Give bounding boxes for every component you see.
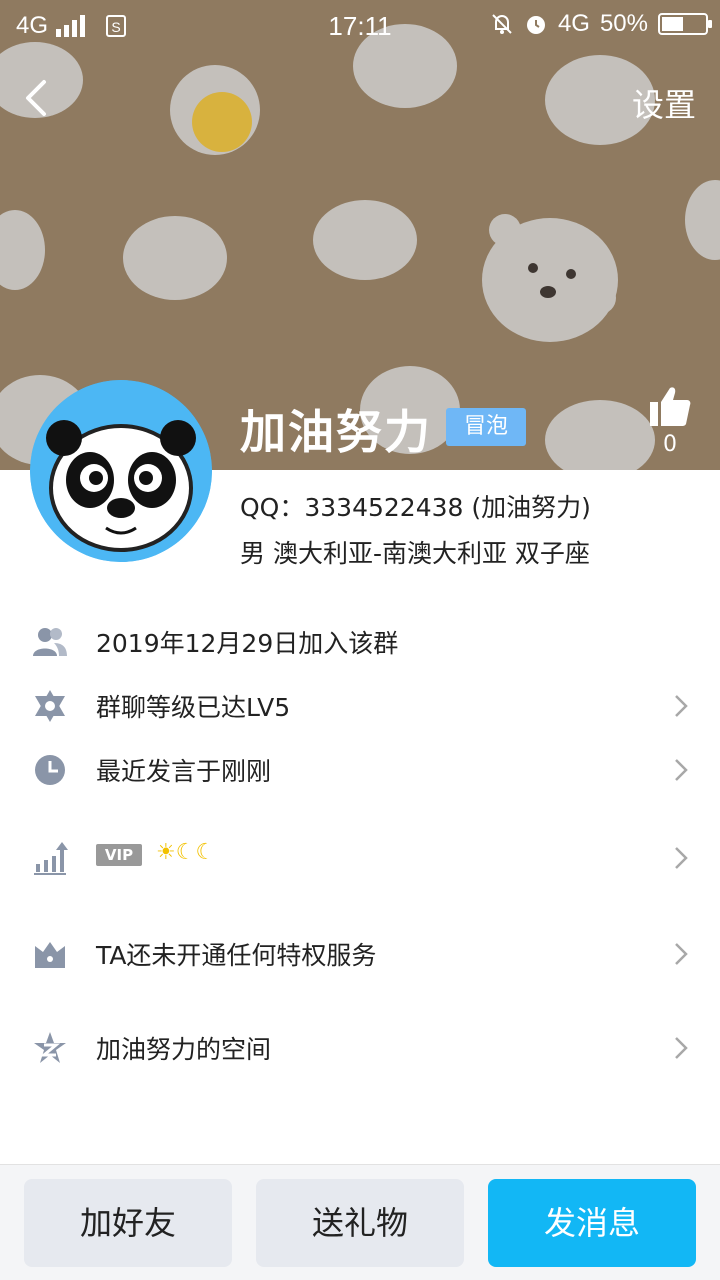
chevron-right-icon: [675, 943, 688, 965]
star-of-david-icon: [35, 690, 65, 722]
network-right-label: 4G: [557, 10, 590, 37]
qq-number-line: QQ：3334522438 (加油努力): [240, 493, 591, 522]
join-date-text: 2019年12月29日加入该群: [96, 629, 399, 658]
level-up-chart-icon: [34, 842, 68, 875]
level-sun-moon-icons: ☀☾☾: [156, 840, 216, 865]
like-count: 0: [663, 432, 677, 457]
battery-percent: 50%: [599, 10, 648, 37]
join-date-row: 2019年12月29日加入该群: [0, 610, 720, 670]
clock-icon: [35, 755, 65, 785]
chevron-right-icon: [675, 695, 688, 717]
thumbs-up-icon: [650, 387, 691, 426]
panda-avatar-image: [30, 380, 212, 562]
send-gift-button[interactable]: 送礼物: [256, 1179, 464, 1267]
qzone-star-icon: [34, 1032, 66, 1063]
mute-bell-icon: [492, 14, 512, 34]
last-speak-text: 最近发言于刚刚: [96, 757, 272, 786]
send-message-button[interactable]: 发消息: [488, 1179, 696, 1267]
crown-icon: [35, 942, 65, 968]
back-arrow-icon[interactable]: [18, 76, 58, 120]
group-level-row[interactable]: 群聊等级已达LV5: [0, 674, 720, 734]
qzone-row[interactable]: 加油努力的空间: [0, 1016, 720, 1076]
status-bar: 4G S 17:11 4G 50%: [0, 0, 720, 50]
vip-badge: VIP: [96, 844, 142, 866]
chevron-right-icon: [675, 759, 688, 781]
alarm-icon: [526, 16, 545, 34]
vip-level-row[interactable]: VIP ☀☾☾: [0, 826, 720, 886]
privilege-text: TA还未开通任何特权服务: [96, 941, 377, 970]
like-button[interactable]: 0: [646, 384, 694, 457]
avatar[interactable]: [30, 380, 212, 562]
last-speak-row[interactable]: 最近发言于刚刚: [0, 738, 720, 798]
gender-location-line: 男 澳大利亚-南澳大利亚 双子座: [240, 539, 590, 568]
qzone-text: 加油努力的空间: [96, 1035, 272, 1064]
chevron-right-icon: [675, 847, 688, 869]
status-badge: 冒泡: [446, 408, 526, 446]
group-members-icon: [33, 628, 67, 656]
settings-button[interactable]: 设置: [632, 80, 696, 126]
chevron-right-icon: [675, 1037, 688, 1059]
group-level-text: 群聊等级已达LV5: [96, 693, 291, 722]
profile-name: 加油努力: [240, 405, 432, 459]
privilege-row[interactable]: TA还未开通任何特权服务: [0, 922, 720, 982]
add-friend-button[interactable]: 加好友: [24, 1179, 232, 1267]
bottom-action-bar: 加好友 送礼物 发消息: [0, 1164, 720, 1280]
battery-icon: [658, 13, 712, 35]
